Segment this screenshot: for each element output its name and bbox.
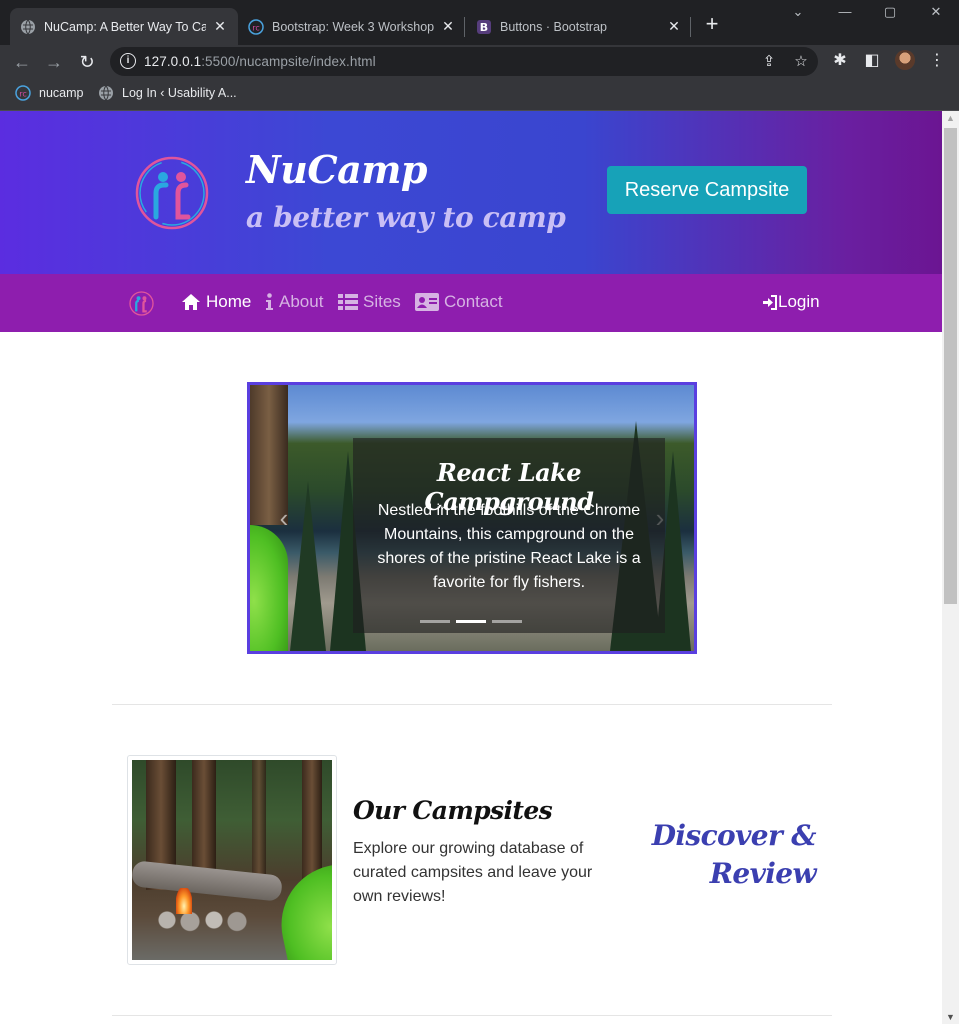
url-text[interactable]: 127.0.0.1:5500/nucampsite/index.html (144, 54, 376, 69)
bookmark-label: Log In ‹ Usability A... (122, 86, 237, 100)
login-label: Login (778, 292, 820, 311)
address-card-icon (415, 293, 439, 311)
carousel-indicators (420, 620, 522, 623)
tree-trunk-shape (252, 760, 266, 890)
nav-item-about[interactable]: About (265, 292, 323, 312)
discover-review-heading: Discover & Review (640, 817, 817, 893)
scroll-up-arrow-icon[interactable]: ▲ (942, 113, 959, 125)
login-link[interactable]: Login (762, 292, 820, 312)
close-icon[interactable]: ✕ (440, 18, 456, 35)
share-icon[interactable]: ⇪ (760, 53, 778, 71)
nav-item-label: Contact (444, 292, 503, 311)
home-icon (181, 293, 201, 311)
tab-title: NuCamp: A Better Way To Camp (44, 19, 206, 34)
bookmark-login-usability[interactable]: Log In ‹ Usability A... (98, 85, 237, 101)
header-jumbotron: NuCamp a better way to camp Reserve Camp… (0, 111, 942, 274)
nav-item-contact[interactable]: Contact (415, 292, 503, 312)
campfire-shape (176, 888, 192, 914)
url-host: 127.0.0.1 (144, 54, 202, 69)
reload-icon[interactable]: ↻ (74, 49, 100, 75)
tree-shape (290, 481, 326, 651)
bookmark-label: nucamp (39, 86, 84, 100)
tab-title: Buttons · Bootstrap (500, 19, 608, 34)
forward-arrow-icon[interactable]: → (41, 49, 67, 75)
tab-search-icon[interactable]: ⌄ (783, 4, 813, 26)
list-icon (338, 294, 358, 310)
nav-item-label: Home (206, 292, 252, 311)
extensions-puzzle-icon[interactable]: ✱ (829, 50, 851, 72)
svg-text:rc: rc (19, 90, 27, 99)
tab-separator (690, 17, 691, 37)
tent-shape (270, 863, 332, 960)
carousel: ‹ › React Lake Campground Nestled in the… (247, 382, 697, 654)
section-divider (112, 1015, 832, 1016)
discover-line: Discover & (651, 819, 817, 852)
nav-item-label: Sites (363, 292, 401, 311)
svg-text:B: B (480, 21, 488, 34)
rocks-shape (152, 905, 252, 935)
scrollbar-thumb[interactable] (944, 128, 957, 604)
nucamp-favicon-icon: rc (248, 18, 264, 35)
page-scrollbar[interactable]: ▲ ▼ (942, 111, 959, 1024)
section-divider (112, 704, 832, 705)
tab-separator (464, 17, 465, 37)
menu-kebab-icon[interactable]: ⋮ (926, 50, 948, 72)
tab-title: Bootstrap: Week 3 Workshop A (272, 19, 434, 34)
minimize-button[interactable]: — (830, 4, 860, 26)
close-window-button[interactable]: ✕ (921, 4, 951, 26)
url-path: :5500/nucampsite/index.html (201, 54, 376, 69)
campsites-description: Explore our growing database of curated … (353, 840, 593, 905)
nav-item-home[interactable]: Home (181, 292, 251, 312)
browser-tabstrip: NuCamp: A Better Way To Camp ✕ rc Bootst… (0, 0, 959, 45)
campsites-thumbnail (127, 755, 337, 965)
carousel-indicator-active[interactable] (456, 620, 486, 623)
campfire-image (132, 760, 332, 960)
tab-nucamp[interactable]: NuCamp: A Better Way To Camp ✕ (10, 8, 238, 45)
review-line: Review (709, 857, 817, 890)
bookmark-star-icon[interactable]: ☆ (792, 53, 810, 71)
address-bar[interactable]: i 127.0.0.1:5500/nucampsite/index.html ⇪… (110, 47, 818, 76)
main-navbar: Home About Sites Contact Login (0, 274, 942, 332)
browser-toolbar: ← → ↻ i 127.0.0.1:5500/nucampsite/index.… (0, 45, 959, 78)
new-tab-button[interactable]: + (700, 13, 724, 37)
nav-item-sites[interactable]: Sites (338, 292, 401, 312)
carousel-caption: React Lake Campground Nestled in the foo… (353, 438, 665, 633)
brand-tagline: a better way to camp (246, 201, 566, 234)
side-panel-icon[interactable]: ◧ (861, 50, 883, 72)
reserve-campsite-button[interactable]: Reserve Campsite (607, 166, 807, 214)
sign-in-icon (762, 294, 777, 310)
bootstrap-icon: B (476, 19, 492, 35)
carousel-caption-text: Nestled in the foothills of the Chrome M… (377, 502, 641, 591)
profile-avatar[interactable] (895, 50, 915, 70)
back-arrow-icon[interactable]: ← (9, 49, 35, 75)
nav-logo-icon[interactable] (129, 291, 154, 316)
tab-bootstrap-workshop[interactable]: rc Bootstrap: Week 3 Workshop A ✕ (238, 8, 466, 45)
nucamp-logo-icon (135, 156, 209, 230)
svg-text:rc: rc (252, 23, 260, 32)
close-icon[interactable]: ✕ (666, 18, 682, 35)
brand-title: NuCamp (246, 147, 428, 192)
maximize-button[interactable]: ▢ (875, 4, 905, 26)
tab-bootstrap-buttons[interactable]: B Buttons · Bootstrap ✕ (466, 8, 692, 45)
info-icon (265, 293, 274, 311)
site-info-icon[interactable]: i (120, 53, 136, 69)
nucamp-favicon-icon: rc (15, 85, 31, 101)
globe-icon (98, 85, 114, 101)
bookmark-nucamp[interactable]: rc nucamp (15, 85, 83, 101)
globe-icon (20, 19, 36, 35)
close-icon[interactable]: ✕ (212, 18, 228, 35)
carousel-indicator[interactable] (420, 620, 450, 623)
tent-shape (250, 525, 288, 651)
nav-item-label: About (279, 292, 324, 311)
carousel-indicator[interactable] (492, 620, 522, 623)
page-viewport: NuCamp a better way to camp Reserve Camp… (0, 111, 942, 1024)
bookmarks-bar: rc nucamp Log In ‹ Usability A... (0, 78, 959, 111)
scroll-down-arrow-icon[interactable]: ▼ (942, 1012, 959, 1024)
campsites-heading: Our Campsites (353, 796, 553, 825)
carousel-prev-button[interactable]: ‹ (274, 503, 294, 533)
